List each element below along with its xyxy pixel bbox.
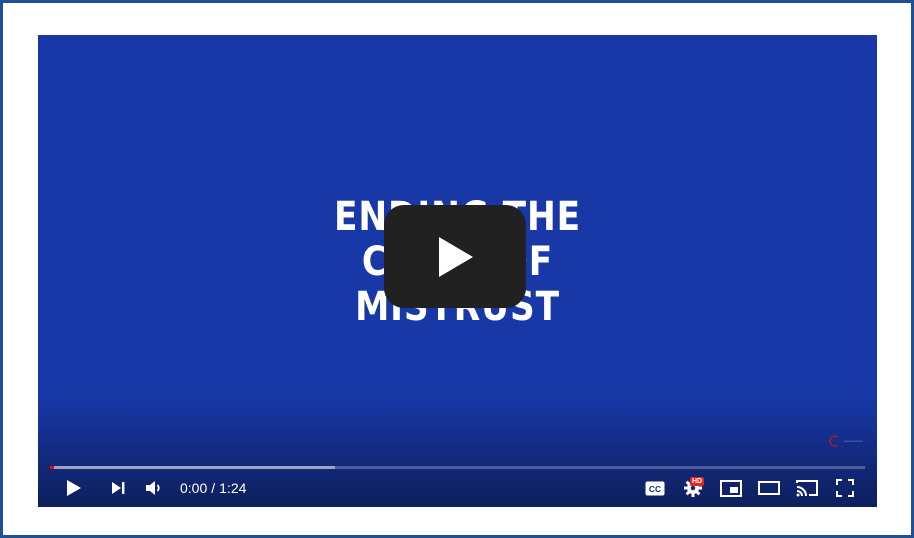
svg-text:CC: CC — [649, 484, 661, 494]
progress-played — [50, 466, 55, 469]
theater-icon — [758, 481, 780, 495]
progress-loaded — [50, 466, 336, 469]
play-button[interactable] — [60, 473, 88, 503]
theater-mode-button[interactable] — [754, 473, 784, 503]
hd-badge: HD — [690, 477, 705, 486]
fullscreen-icon — [836, 479, 854, 497]
captions-icon: CC — [645, 481, 665, 495]
fullscreen-button[interactable] — [830, 473, 860, 503]
miniplayer-button[interactable] — [716, 473, 746, 503]
cast-icon — [796, 480, 818, 497]
miniplayer-icon — [720, 479, 742, 497]
volume-icon — [146, 481, 160, 495]
next-button[interactable] — [104, 473, 132, 503]
captions-button[interactable]: CC — [640, 473, 670, 503]
volume-button[interactable] — [140, 473, 168, 503]
play-icon — [67, 480, 81, 496]
current-time: 0:00 — [180, 480, 208, 496]
settings-button[interactable]: HD — [678, 473, 708, 503]
big-play-button[interactable] — [384, 205, 526, 308]
play-icon — [439, 236, 473, 277]
duration: 1:24 — [219, 480, 247, 496]
next-icon — [112, 482, 125, 494]
time-display: 0:00 / 1:24 — [180, 473, 246, 503]
progress-bar[interactable] — [50, 466, 865, 469]
control-bar: 0:00 / 1:24 CC HD — [38, 473, 877, 503]
video-player[interactable]: ENDING THE CYCLE OF MISTRUST ━━━━ — [38, 35, 877, 507]
cast-button[interactable] — [792, 473, 822, 503]
time-separator: / — [211, 480, 216, 496]
